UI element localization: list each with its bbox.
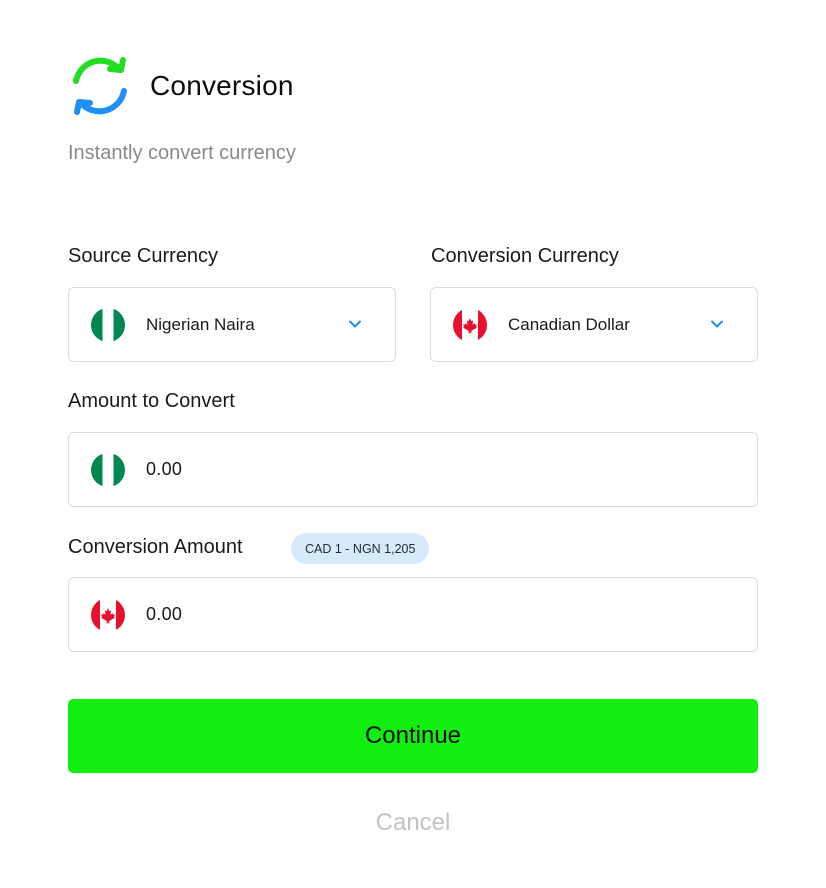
conversion-amount-label: Conversion Amount: [68, 536, 243, 558]
canada-flag-icon: [453, 307, 487, 342]
source-currency-value: Nigerian Naira: [146, 314, 255, 334]
amount-to-convert-label: Amount to Convert: [68, 390, 235, 412]
chevron-down-icon[interactable]: [709, 319, 725, 329]
continue-button[interactable]: Continue: [68, 699, 758, 773]
page-title: Conversion: [150, 70, 294, 101]
source-currency-label: Source Currency: [68, 245, 219, 267]
nigeria-flag-icon: [91, 452, 125, 487]
amount-to-convert-value[interactable]: 0.00: [146, 459, 182, 480]
canada-flag-icon: [91, 597, 125, 632]
conversion-amount-value: 0.00: [146, 604, 183, 624]
cancel-button[interactable]: Cancel: [68, 803, 758, 843]
refresh-icon: [73, 57, 127, 115]
conversion-currency-value: Canadian Dollar: [508, 314, 630, 334]
conversion-currency-label: Conversion Currency: [431, 245, 619, 267]
page-subtitle: Instantly convert currency: [68, 142, 296, 164]
chevron-down-icon[interactable]: [347, 319, 363, 329]
nigeria-flag-icon: [91, 307, 125, 342]
conversion-amount-output: 0.00: [68, 577, 758, 652]
source-currency-select[interactable]: Nigerian Naira: [68, 287, 396, 362]
exchange-rate-badge: CAD 1 - NGN 1,205: [291, 533, 430, 564]
header: Conversion: [68, 54, 294, 118]
amount-to-convert-input[interactable]: 0.00: [68, 432, 758, 507]
conversion-currency-select[interactable]: Canadian Dollar: [430, 287, 758, 362]
